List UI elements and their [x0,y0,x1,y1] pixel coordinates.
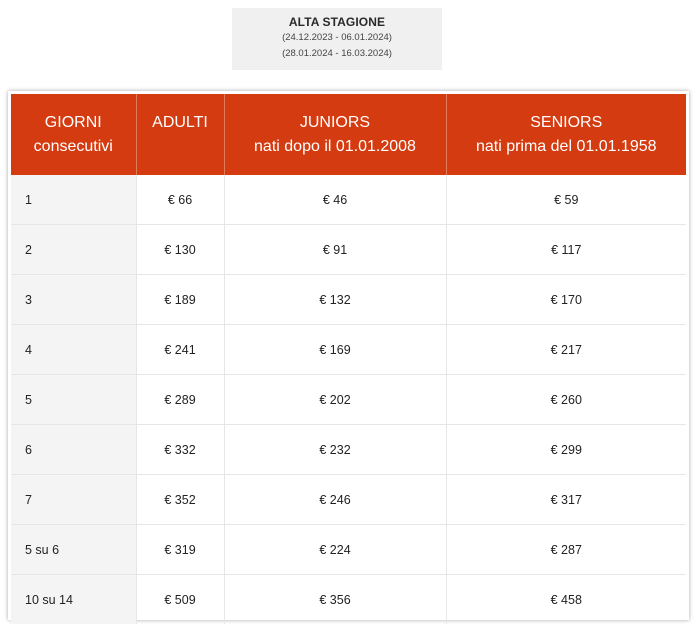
cell-adults: € 66 [136,175,225,225]
price-table: GIORNI consecutivi ADULTI JUNIORS nati d… [11,94,686,624]
cell-juniors: € 246 [224,474,447,525]
season-info-box: ALTA STAGIONE (24.12.2023 - 06.01.2024) … [232,8,442,70]
table-row: 2 € 130 € 91 € 117 [11,224,686,275]
table-row: 4 € 241 € 169 € 217 [11,324,686,375]
cell-adults: € 319 [136,524,225,575]
header-juniors-line2: nati dopo il 01.01.2008 [254,137,416,155]
table-row: 5 su 6 € 319 € 224 € 287 [11,524,686,575]
header-seniors: SENIORS nati prima del 01.01.1958 [446,94,686,175]
cell-days: 3 [11,274,137,325]
cell-seniors: € 317 [446,474,686,525]
cell-juniors: € 46 [224,175,447,225]
header-days: GIORNI consecutivi [11,94,137,175]
cell-adults: € 352 [136,474,225,525]
price-table-container: GIORNI consecutivi ADULTI JUNIORS nati d… [8,91,689,624]
cell-adults: € 289 [136,374,225,425]
header-seniors-line1: SENIORS [530,113,603,131]
table-row: 6 € 332 € 232 € 299 [11,424,686,475]
table-row: 1 € 66 € 46 € 59 [11,175,686,225]
cell-seniors: € 170 [446,274,686,325]
header-seniors-line2: nati prima del 01.01.1958 [475,137,657,155]
cell-days: 6 [11,424,137,475]
header-adults-label: ADULTI [152,113,208,131]
cell-days: 5 su 6 [11,524,137,575]
cell-juniors: € 224 [224,524,447,575]
cell-seniors: € 260 [446,374,686,425]
cell-days: 1 [11,175,137,225]
cell-adults: € 332 [136,424,225,475]
cell-juniors: € 132 [224,274,447,325]
header-days-line2: consecutivi [33,137,113,155]
cell-adults: € 189 [136,274,225,325]
cell-days: 2 [11,224,137,275]
cell-days: 7 [11,474,137,525]
cell-juniors: € 232 [224,424,447,475]
cell-seniors: € 59 [446,175,686,225]
cell-seniors: € 217 [446,324,686,375]
cell-adults: € 130 [136,224,225,275]
cell-juniors: € 91 [224,224,447,275]
cell-adults: € 509 [136,574,225,624]
cell-juniors: € 169 [224,324,447,375]
season-range-2: (28.01.2024 - 16.03.2024) [282,48,392,59]
season-title: ALTA STAGIONE [288,15,386,29]
table-row: 10 su 14 € 509 € 356 € 458 [11,574,686,624]
cell-days: 4 [11,324,137,375]
cell-adults: € 241 [136,324,225,375]
cell-seniors: € 287 [446,524,686,575]
header-juniors-line1: JUNIORS [299,113,371,131]
header-days-line1: GIORNI [44,113,102,131]
cell-days: 5 [11,374,137,425]
cell-seniors: € 117 [446,224,686,275]
cell-juniors: € 202 [224,374,447,425]
table-row: 3 € 189 € 132 € 170 [11,274,686,325]
cell-seniors: € 458 [550,592,582,607]
cell-seniors: € 299 [446,424,686,475]
table-row: 5 € 289 € 202 € 260 [11,374,686,425]
cell-juniors: € 356 [224,574,447,624]
table-row: 7 € 352 € 246 € 317 [11,474,686,525]
cell-days: 10 su 14 [11,574,137,624]
header-juniors: JUNIORS nati dopo il 01.01.2008 [224,94,447,175]
header-adults: ADULTI [136,94,225,175]
table-header-row: GIORNI consecutivi ADULTI JUNIORS nati d… [11,94,686,175]
